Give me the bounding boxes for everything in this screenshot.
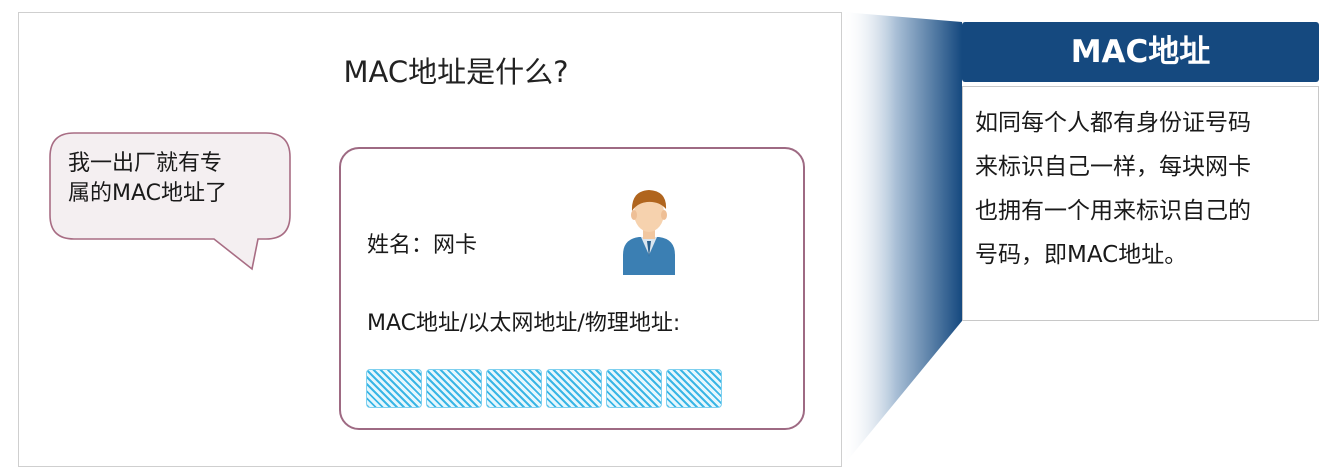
definition-line-3: 也拥有一个用来标识自己的: [975, 198, 1251, 224]
bubble-line-1: 我一出厂就有专: [68, 151, 223, 176]
mac-address-label: MAC地址/以太网地址/物理地址:: [367, 311, 681, 336]
definition-body: 如同每个人都有身份证号码 来标识自己一样，每块网卡 也拥有一个用来标识自己的 号…: [962, 86, 1319, 321]
mac-byte-block: [666, 369, 722, 408]
mac-byte-block: [366, 369, 422, 408]
mac-byte-block: [486, 369, 542, 408]
zoom-connector: [842, 12, 962, 467]
mac-byte-block: [606, 369, 662, 408]
definition-line-1: 如同每个人都有身份证号码: [975, 110, 1251, 136]
mac-byte-block: [546, 369, 602, 408]
bubble-line-2: 属的MAC地址了: [68, 181, 228, 206]
person-avatar-icon: [623, 190, 675, 275]
definition-line-2: 来标识自己一样，每块网卡: [975, 154, 1251, 180]
speech-bubble: 我一出厂就有专 属的MAC地址了: [46, 131, 296, 271]
card-name: 姓名：网卡: [367, 233, 478, 258]
slide-panel: MAC地址是什么? 我一出厂就有专 属的MAC地址了 姓名：网卡 MAC地址/以…: [18, 12, 842, 467]
definition-title: MAC地址: [962, 22, 1319, 82]
nic-id-card: 姓名：网卡 MAC地址/以太网地址/物理地址:: [339, 147, 805, 430]
mac-byte-block: [426, 369, 482, 408]
panel-title: MAC地址是什么?: [343, 55, 569, 89]
bubble-text: 我一出厂就有专 属的MAC地址了: [68, 149, 268, 209]
mac-address-blocks: [366, 369, 722, 408]
definition-line-4: 号码，即MAC地址。: [975, 242, 1188, 268]
